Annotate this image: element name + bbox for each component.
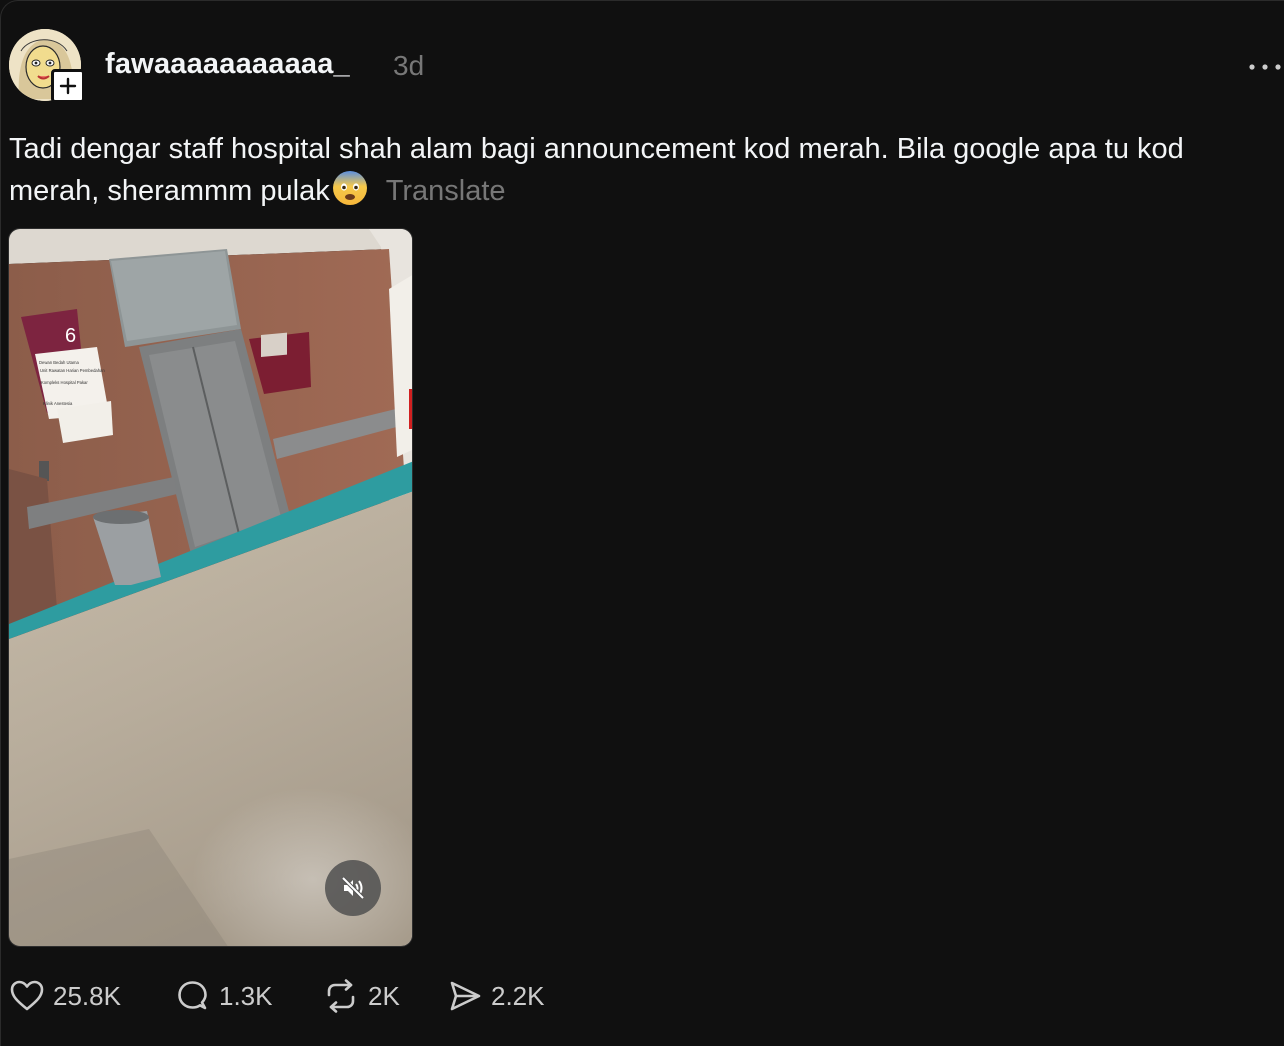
post-container: fawaaaaaaaaaaa_ 3d Tadi dengar staff hos… bbox=[0, 0, 1284, 1046]
mute-toggle-button[interactable] bbox=[325, 860, 381, 916]
author-username[interactable]: fawaaaaaaaaaaa_ bbox=[105, 48, 350, 81]
sign-line: Unit Rawatan Harian Pembedahan bbox=[40, 368, 105, 373]
sign-line: Klinik Anestesia bbox=[43, 401, 73, 406]
more-options-button[interactable] bbox=[1245, 57, 1284, 77]
translate-link[interactable]: Translate bbox=[386, 175, 506, 207]
follow-button[interactable] bbox=[51, 69, 85, 103]
comment-count: 1.3K bbox=[219, 980, 273, 1011]
repost-icon bbox=[327, 979, 355, 1013]
comment-bubble-icon bbox=[178, 981, 207, 1010]
plus-icon bbox=[59, 77, 77, 95]
like-count: 25.8K bbox=[53, 980, 121, 1011]
send-icon bbox=[450, 981, 481, 1011]
caption-text: Tadi dengar staff hospital shah alam bag… bbox=[9, 133, 1184, 207]
share-count: 2.2K bbox=[491, 980, 545, 1011]
speaker-muted-icon bbox=[341, 876, 365, 900]
author-avatar-wrapper[interactable] bbox=[9, 29, 85, 103]
comment-button[interactable]: 1.3K bbox=[175, 971, 273, 1021]
post-caption: Tadi dengar staff hospital shah alam bag… bbox=[9, 128, 1274, 218]
fearful-face-emoji bbox=[332, 170, 368, 218]
post-actions-bar: 25.8K 1.3K 2K 2.2K bbox=[1, 971, 701, 1021]
sign-line: Dewan Bedah Utama bbox=[39, 360, 79, 365]
repost-count: 2K bbox=[368, 980, 400, 1011]
share-button[interactable]: 2.2K bbox=[447, 971, 545, 1021]
more-horizontal-icon bbox=[1249, 64, 1281, 70]
sign-line: Kompleks Hospital Pakar bbox=[41, 380, 88, 385]
heart-icon bbox=[10, 980, 44, 1011]
repost-button[interactable]: 2K bbox=[322, 971, 400, 1021]
sign-floor-number: 6 bbox=[65, 325, 76, 347]
post-video[interactable]: 6 Dewan Bedah Utama Unit Rawatan Harian … bbox=[8, 228, 413, 947]
video-frame-image: 6 Dewan Bedah Utama Unit Rawatan Harian … bbox=[9, 229, 412, 946]
like-button[interactable]: 25.8K bbox=[9, 971, 121, 1021]
post-timestamp[interactable]: 3d bbox=[393, 50, 424, 82]
